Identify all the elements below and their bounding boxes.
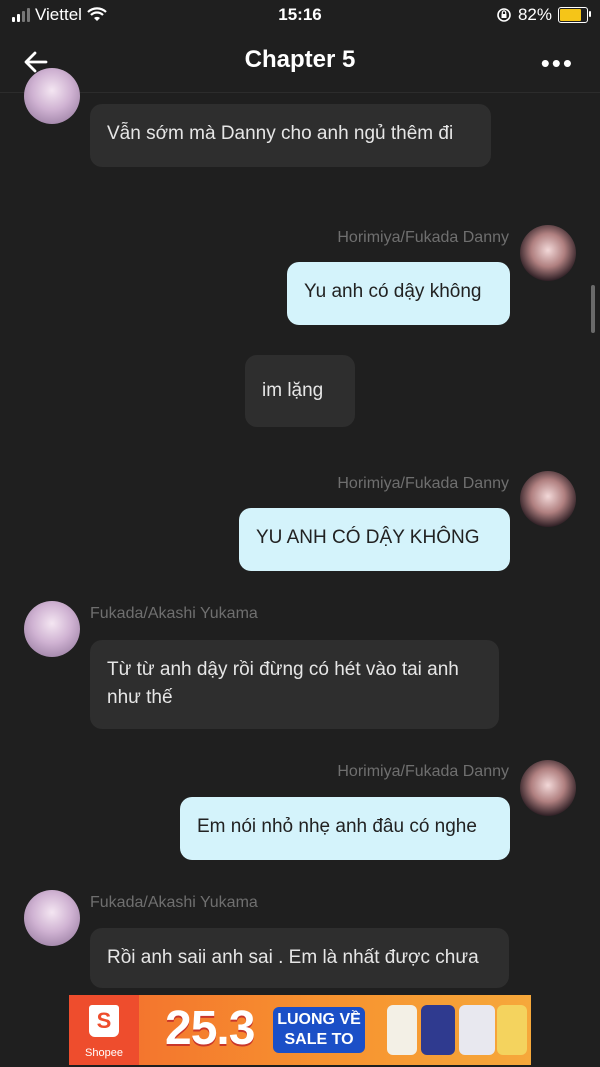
product-image (387, 1005, 417, 1055)
ad-banner[interactable]: S Shopee 25.3 LUONG VỀ SALE TO (69, 995, 531, 1065)
message-bubble: Em nói nhỏ nhẹ anh đâu có nghe (180, 797, 510, 860)
shopee-logo: S Shopee (69, 995, 139, 1065)
app-header: Chapter 5 ••• (0, 32, 600, 93)
ad-date: 25.3 (165, 1002, 255, 1055)
avatar[interactable] (24, 890, 80, 946)
product-image (497, 1005, 527, 1055)
product-image (421, 1005, 455, 1055)
battery-icon (558, 7, 591, 23)
sender-name: Horimiya/Fukada Danny (337, 475, 509, 492)
message-bubble: Rồi anh saii anh sai . Em là nhất được c… (90, 928, 509, 988)
orientation-lock-icon (497, 8, 511, 22)
battery-status: 82% (496, 5, 591, 25)
avatar[interactable] (520, 471, 576, 527)
avatar[interactable] (520, 225, 576, 281)
battery-percent: 82% (517, 5, 552, 24)
ad-tag: LUONG VỀ SALE TO (273, 1007, 365, 1053)
page-title: Chapter 5 (244, 46, 356, 73)
narration-bubble: im lặng (245, 355, 355, 427)
sender-name: Horimiya/Fukada Danny (337, 229, 509, 246)
product-image (459, 1005, 495, 1055)
message-bubble: Yu anh có dậy không (287, 262, 510, 325)
sender-name: Fukada/Akashi Yukama (90, 894, 258, 911)
status-bar: Viettel 15:16 82% (0, 0, 600, 32)
sender-name: Horimiya/Fukada Danny (337, 763, 509, 780)
sender-name: Fukada/Akashi Yukama (90, 605, 258, 622)
avatar[interactable] (24, 68, 80, 124)
scrollbar[interactable] (591, 285, 595, 333)
message-bubble: Vẫn sớm mà Danny cho anh ngủ thêm đi (90, 104, 491, 167)
message-bubble: YU ANH CÓ DẬY KHÔNG (239, 508, 510, 571)
avatar[interactable] (520, 760, 576, 816)
message-bubble: Từ từ anh dậy rồi đừng có hét vào tai an… (90, 640, 499, 729)
more-options-icon[interactable]: ••• (541, 48, 574, 79)
avatar[interactable] (24, 601, 80, 657)
